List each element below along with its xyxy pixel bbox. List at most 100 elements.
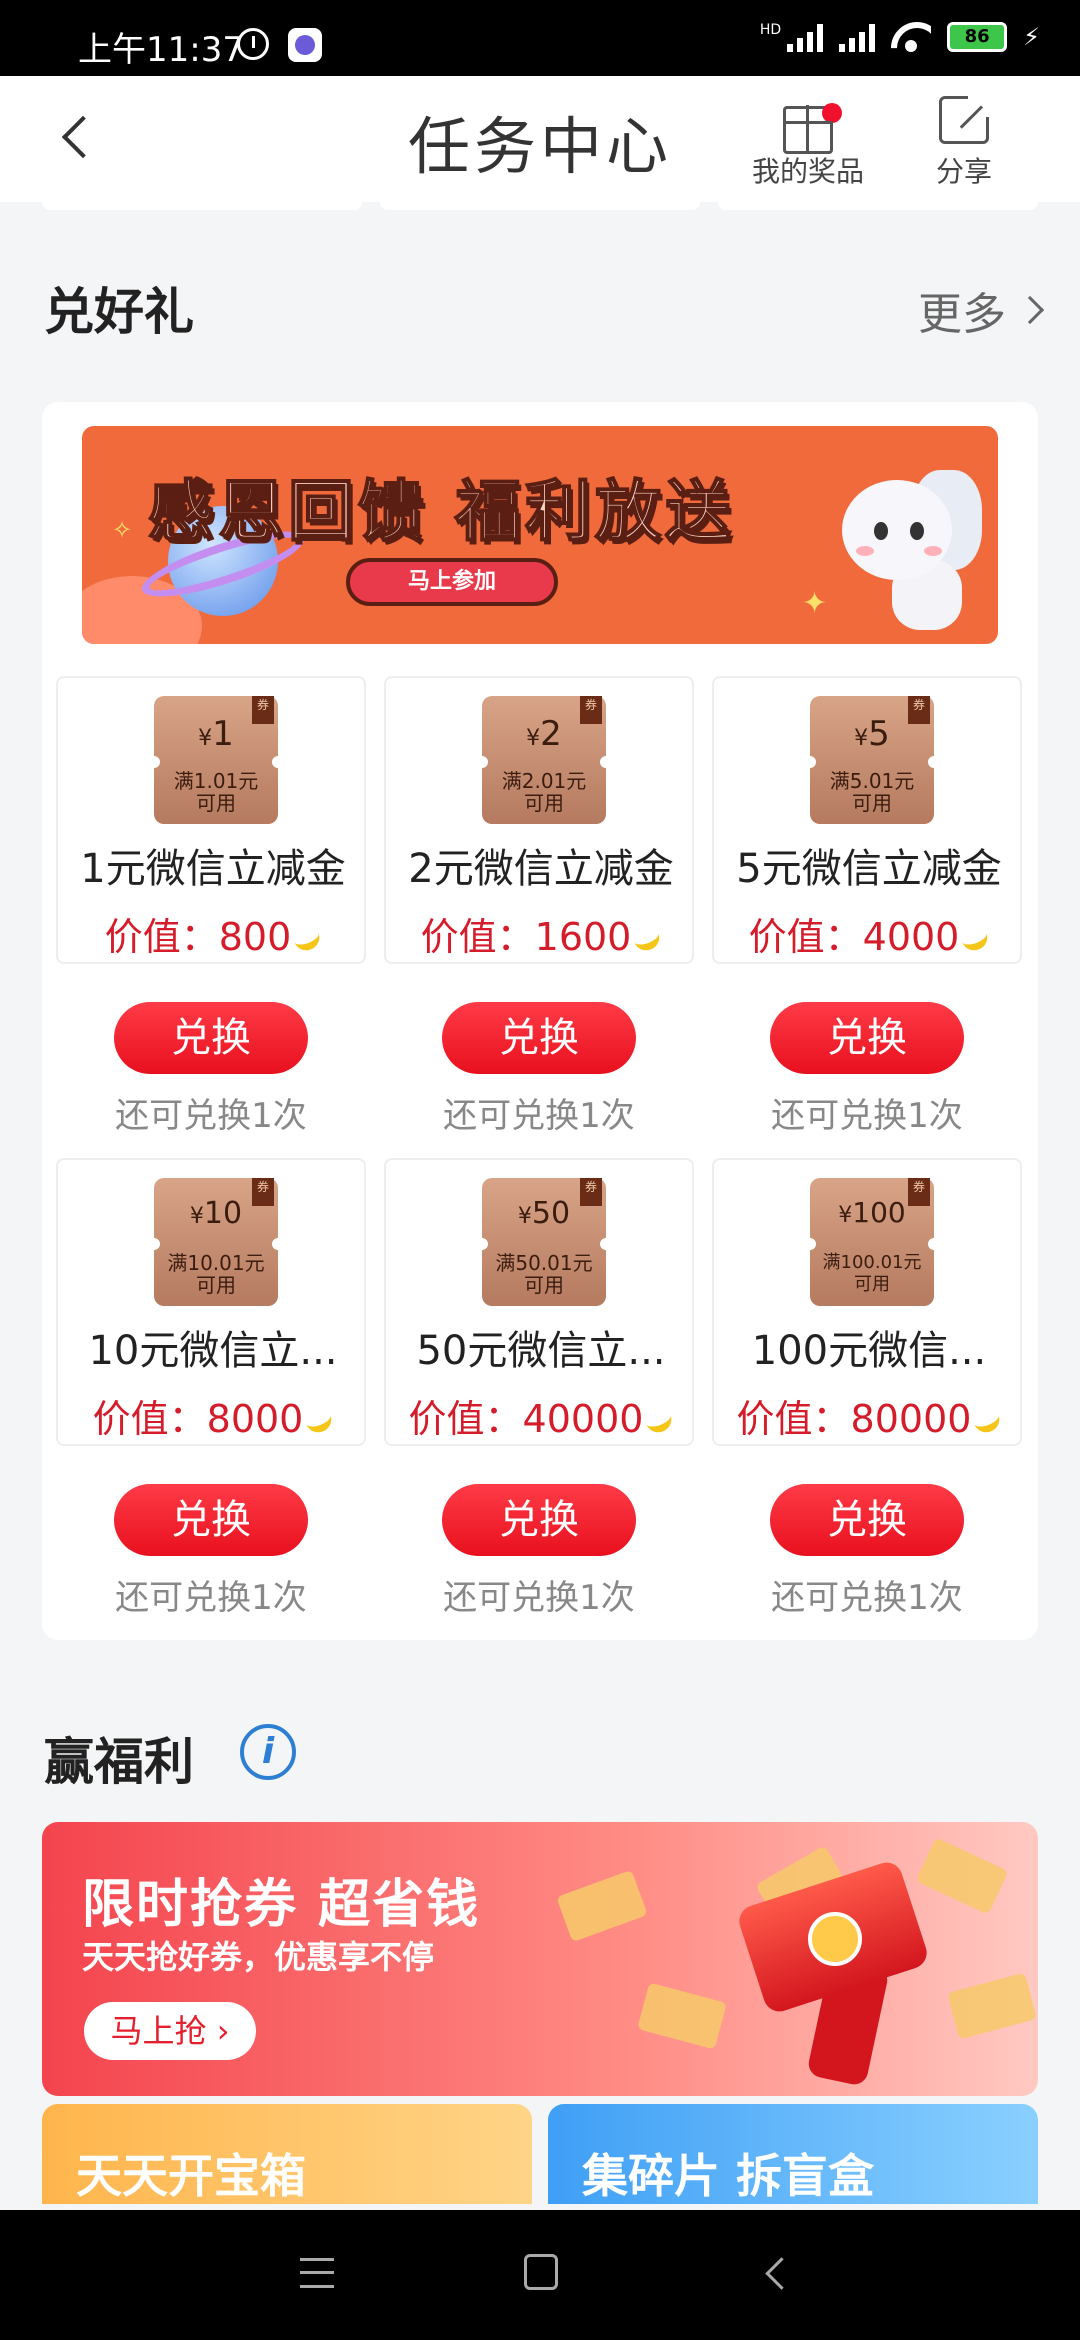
coupon-condition: 满100.01元 — [822, 1252, 922, 1273]
more-link[interactable]: 更多 — [918, 278, 1045, 342]
coupon-amount: 5 — [868, 714, 890, 754]
promo-subtitle: 天天抢好券，优惠享不停 — [82, 1938, 435, 1976]
gift-name: 10元微信立... — [88, 1328, 338, 1374]
coupon-amount: 1 — [212, 714, 234, 754]
treasure-box-tile[interactable]: 天天开宝箱 — [42, 2104, 532, 2204]
my-prizes-button[interactable]: 我的奖品 — [752, 96, 864, 190]
remaining-count: 还可兑换1次 — [771, 1096, 963, 1136]
status-bar: 上午11:37 HD 86 ⚡ — [0, 0, 1080, 76]
coupon-icon: 券 ¥5 满5.01元 可用 — [804, 696, 940, 824]
scrolled-cards-edge — [0, 202, 1080, 212]
banana-icon — [961, 930, 992, 954]
gift-item: 券 ¥1 满1.01元 可用 1元微信立减金 价值：800 兑换 还可兑换1次 — [56, 676, 366, 1137]
exchange-button[interactable]: 兑换 — [114, 1002, 308, 1074]
coupon-condition: 满1.01元 — [173, 769, 259, 793]
app-notification-icon — [288, 28, 322, 62]
gift-item: 券 ¥10 满10.01元 可用 10元微信立... 价值：8000 兑换 还可兑… — [56, 1158, 366, 1619]
back-icon[interactable] — [760, 2258, 790, 2288]
signal-icon-2 — [839, 22, 876, 52]
gift-price: 价值：1600 — [386, 906, 696, 961]
banana-icon — [645, 1412, 676, 1436]
wifi-icon — [891, 22, 931, 52]
coupon-icon: 券 ¥1 满1.01元 可用 — [148, 696, 284, 824]
elephant-mascot — [812, 460, 982, 630]
gift-icon — [783, 103, 842, 154]
gift-card[interactable]: 券 ¥10 满10.01元 可用 10元微信立... 价值：8000 — [56, 1158, 366, 1446]
tile-label: 集碎片 拆盲盒 — [582, 2149, 875, 2203]
section-title-redeem: 兑好礼 — [44, 283, 194, 341]
coupon-amount: 2 — [540, 714, 562, 754]
banana-icon — [305, 1412, 336, 1436]
charging-icon: ⚡ — [1023, 23, 1040, 51]
gift-card[interactable]: 券 ¥50 满50.01元 可用 50元微信立... 价值：40000 — [384, 1158, 694, 1446]
info-icon[interactable]: i — [240, 1724, 296, 1780]
banner-title: 感恩回馈 福利放送 — [147, 472, 735, 551]
coupon-condition: 满2.01元 — [501, 769, 587, 793]
gift-card[interactable]: 券 ¥100 满100.01元 可用 100元微信... 价值：80000 — [712, 1158, 1022, 1446]
gift-name: 5元微信立减金 — [736, 846, 1002, 892]
coupon-icon: 券 ¥2 满2.01元 可用 — [476, 696, 612, 824]
exchange-button[interactable]: 兑换 — [442, 1002, 636, 1074]
gift-item: 券 ¥5 满5.01元 可用 5元微信立减金 价值：4000 兑换 还可兑换1次 — [712, 676, 1022, 1137]
remaining-count: 还可兑换1次 — [443, 1096, 635, 1136]
coupon-condition: 满10.01元 — [167, 1251, 265, 1275]
promo-banner-thanks[interactable]: 感恩回馈 福利放送 马上参加 ✦ ✧ — [82, 426, 998, 644]
exchange-button[interactable]: 兑换 — [770, 1002, 964, 1074]
notification-dot — [822, 103, 842, 123]
grab-now-button[interactable]: 马上抢 › — [84, 2002, 256, 2060]
page-title: 任务中心 — [407, 110, 672, 183]
gift-price: 价值：800 — [58, 906, 368, 961]
remaining-count: 还可兑换1次 — [443, 1578, 635, 1618]
coupon-icon: 券 ¥10 满10.01元 可用 — [148, 1178, 284, 1306]
signal-icon — [787, 22, 824, 52]
coupon-gun-illustration — [735, 1858, 931, 2087]
battery-icon: 86 — [947, 22, 1008, 52]
gift-name: 50元微信立... — [416, 1328, 666, 1374]
blind-box-tile[interactable]: 集碎片 拆盲盒 — [548, 2104, 1038, 2204]
banner-join-button[interactable]: 马上参加 — [346, 558, 558, 606]
exchange-button[interactable]: 兑换 — [442, 1484, 636, 1556]
banana-icon — [633, 930, 664, 954]
remaining-count: 还可兑换1次 — [771, 1578, 963, 1618]
remaining-count: 还可兑换1次 — [115, 1578, 307, 1618]
app-header: 任务中心 我的奖品 分享 — [0, 76, 1080, 202]
sparkle-icon: ✧ — [112, 516, 133, 544]
coupon-condition: 满50.01元 — [495, 1251, 593, 1275]
promo-banner-coupons[interactable]: 限时抢券 超省钱 天天抢好券，优惠享不停 马上抢 › — [42, 1822, 1038, 2096]
coupon-condition: 满5.01元 — [829, 769, 915, 793]
gift-item: 券 ¥100 满100.01元 可用 100元微信... 价值：80000 兑换 … — [712, 1158, 1022, 1619]
share-label: 分享 — [936, 155, 993, 188]
gift-price: 价值：4000 — [714, 906, 1024, 961]
gift-item: 券 ¥2 满2.01元 可用 2元微信立减金 价值：1600 兑换 还可兑换1次 — [384, 676, 694, 1137]
exchange-button[interactable]: 兑换 — [114, 1484, 308, 1556]
hd-indicator: HD — [759, 22, 782, 38]
gift-price: 价值：8000 — [58, 1388, 368, 1443]
gift-name: 1元微信立减金 — [80, 846, 346, 892]
system-nav-bar — [0, 2210, 1080, 2340]
alarm-icon — [237, 28, 269, 60]
status-time: 上午11:37 — [78, 30, 244, 70]
gift-name: 2元微信立减金 — [408, 846, 674, 892]
gift-price: 价值：40000 — [386, 1388, 696, 1443]
promo-title: 限时抢券 超省钱 — [82, 1875, 481, 1935]
gift-name: 100元微信... — [751, 1328, 987, 1374]
gift-card[interactable]: 券 ¥5 满5.01元 可用 5元微信立减金 价值：4000 — [712, 676, 1022, 964]
menu-icon[interactable] — [300, 2258, 334, 2288]
gift-card[interactable]: 券 ¥2 满2.01元 可用 2元微信立减金 价值：1600 — [384, 676, 694, 964]
more-label: 更多 — [918, 289, 1006, 340]
tile-label: 天天开宝箱 — [76, 2149, 306, 2203]
coupon-amount: 10 — [203, 1196, 243, 1231]
coupon-amount: 100 — [852, 1196, 906, 1229]
share-icon — [939, 93, 992, 144]
exchange-button[interactable]: 兑换 — [770, 1484, 964, 1556]
home-icon[interactable] — [524, 2254, 558, 2290]
coupon-amount: 50 — [531, 1196, 571, 1231]
gifts-card: 感恩回馈 福利放送 马上参加 ✦ ✧ 券 ¥1 满1.01元 可用 1元微信立减金… — [42, 402, 1038, 1640]
coupon-icon: 券 ¥100 满100.01元 可用 — [804, 1178, 940, 1306]
share-button[interactable]: 分享 — [936, 93, 993, 190]
banana-icon — [973, 1412, 1004, 1436]
my-prizes-label: 我的奖品 — [752, 155, 865, 188]
gift-card[interactable]: 券 ¥1 满1.01元 可用 1元微信立减金 价值：800 — [56, 676, 366, 964]
chevron-right-icon — [1015, 295, 1045, 325]
banana-icon — [293, 930, 324, 954]
